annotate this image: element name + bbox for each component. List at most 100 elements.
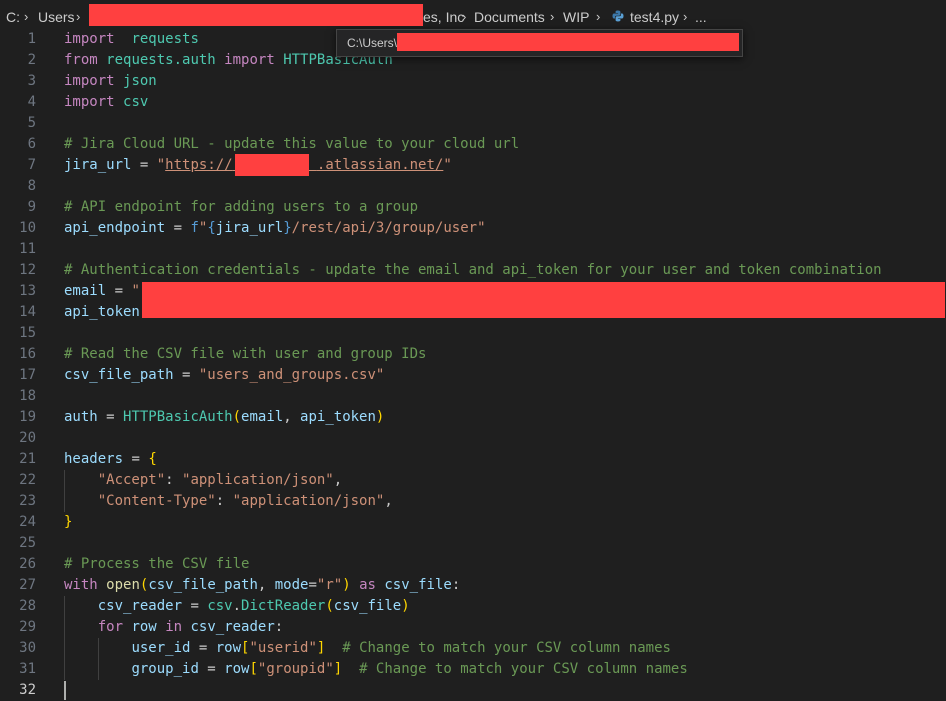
code-token — [157, 619, 165, 635]
code-token: HTTPBasicAuth — [123, 409, 233, 425]
code-token: row — [131, 619, 156, 635]
breadcrumb-company-folder[interactable]: es, Inc — [423, 9, 464, 25]
line-number: 3 — [0, 71, 36, 92]
redaction-box — [397, 33, 739, 51]
chevron-right-icon: › — [596, 9, 600, 24]
code-token: "users_and_groups.csv" — [199, 367, 384, 383]
code-line[interactable]: 28 csv_reader = csv.DictReader(csv_file) — [0, 596, 946, 617]
breadcrumb-users[interactable]: Users — [38, 9, 75, 25]
code-line[interactable]: 4import csv — [0, 92, 946, 113]
line-number: 20 — [0, 428, 36, 449]
line-number: 9 — [0, 197, 36, 218]
breadcrumb-wip[interactable]: WIP — [563, 9, 589, 25]
code-line[interactable]: 22 "Accept": "application/json", — [0, 470, 946, 491]
code-text: "Content-Type": "application/json", — [64, 491, 393, 512]
code-token: : — [216, 493, 233, 509]
line-number: 15 — [0, 323, 36, 344]
code-line[interactable]: 32 — [0, 680, 946, 701]
code-token: row — [224, 661, 249, 677]
code-line[interactable]: 7jira_url = "https:// .atlassian.net/" — [0, 155, 946, 176]
code-text: csv_reader = csv.DictReader(csv_file) — [64, 596, 410, 617]
code-line[interactable]: 21headers = { — [0, 449, 946, 470]
code-line[interactable]: 9 # API endpoint for adding users to a gr… — [0, 197, 946, 218]
redaction-box — [89, 4, 423, 26]
line-number: 29 — [0, 617, 36, 638]
code-token: for — [98, 619, 123, 635]
code-line[interactable]: 20 — [0, 428, 946, 449]
code-line[interactable]: 27with open(csv_file_path, mode="r") as … — [0, 575, 946, 596]
redaction-box — [235, 154, 309, 176]
code-line[interactable]: 26# Process the CSV file — [0, 554, 946, 575]
code-text: api_endpoint = f"{jira_url}/rest/api/3/g… — [64, 218, 486, 239]
code-token — [325, 640, 342, 656]
code-token — [98, 577, 106, 593]
code-token: } — [283, 220, 291, 236]
code-token: email — [241, 409, 283, 425]
code-line[interactable]: 11 — [0, 239, 946, 260]
code-token: csv_reader — [98, 598, 182, 614]
code-line[interactable]: 3 import json — [0, 71, 946, 92]
code-line[interactable]: 16# Read the CSV file with user and grou… — [0, 344, 946, 365]
code-line[interactable]: 19auth = HTTPBasicAuth(email, api_token) — [0, 407, 946, 428]
breadcrumb-file[interactable]: test4.py — [630, 9, 679, 25]
code-token: = — [174, 367, 199, 383]
code-line[interactable]: 8 — [0, 176, 946, 197]
code-token: } — [64, 514, 72, 530]
code-line[interactable]: 29 for row in csv_reader: — [0, 617, 946, 638]
code-token: { — [148, 451, 156, 467]
code-token: csv_file — [334, 598, 401, 614]
code-token: import — [64, 31, 115, 47]
code-line[interactable]: 6# Jira Cloud URL - update this value to… — [0, 134, 946, 155]
code-token: ) — [342, 577, 350, 593]
redaction-box — [142, 282, 945, 318]
code-token — [115, 31, 132, 47]
code-line[interactable]: 17csv_file_path = "users_and_groups.csv" — [0, 365, 946, 386]
code-line[interactable]: 15 — [0, 323, 946, 344]
code-token: .atlassian.net/ — [317, 157, 443, 173]
code-line[interactable]: 24} — [0, 512, 946, 533]
code-line[interactable]: 18 — [0, 386, 946, 407]
code-line[interactable]: 23 "Content-Type": "application/json", — [0, 491, 946, 512]
code-token: requests.auth — [106, 52, 216, 68]
code-token: " — [131, 283, 139, 299]
code-line[interactable]: 12# Authentication credentials - update … — [0, 260, 946, 281]
code-token: "Content-Type" — [98, 493, 216, 509]
code-line[interactable]: 30 user_id = row["userid"] # Change to m… — [0, 638, 946, 659]
tooltip-text: C:\Users\ — [347, 36, 397, 50]
breadcrumb-more[interactable]: ... — [695, 9, 707, 25]
chevron-right-icon: › — [683, 9, 687, 24]
code-token: "r" — [317, 577, 342, 593]
line-number: 23 — [0, 491, 36, 512]
code-token: import — [64, 73, 115, 89]
line-number: 31 — [0, 659, 36, 680]
code-text: import requests — [64, 29, 199, 50]
code-line[interactable]: 25 — [0, 533, 946, 554]
code-token: ) — [401, 598, 409, 614]
code-line[interactable]: 5 — [0, 113, 946, 134]
code-token: group_id — [131, 661, 198, 677]
breadcrumb-documents[interactable]: Documents — [474, 9, 545, 25]
code-token: , — [334, 472, 342, 488]
line-number: 26 — [0, 554, 36, 575]
code-token: ) — [376, 409, 384, 425]
chevron-right-icon: › — [550, 9, 554, 24]
code-text: import json — [64, 71, 157, 92]
code-text: auth = HTTPBasicAuth(email, api_token) — [64, 407, 384, 428]
code-token: # Authentication credentials - update th… — [64, 262, 882, 278]
chevron-right-icon: › — [24, 9, 28, 24]
code-token: # API endpoint for adding users to a gro… — [64, 199, 418, 215]
indent-guide — [64, 596, 65, 680]
code-editor[interactable]: 1import requests2from requests.auth impo… — [0, 30, 946, 694]
code-token — [98, 52, 106, 68]
code-token: jira_url — [216, 220, 283, 236]
code-line[interactable]: 10api_endpoint = f"{jira_url}/rest/api/3… — [0, 218, 946, 239]
code-text: # Jira Cloud URL - update this value to … — [64, 134, 519, 155]
code-token: jira_url — [64, 157, 131, 173]
code-token: "application/json" — [233, 493, 385, 509]
breadcrumb-drive[interactable]: C: — [6, 9, 20, 25]
chevron-right-icon: › — [76, 9, 80, 24]
code-token: = — [131, 157, 156, 173]
line-number: 30 — [0, 638, 36, 659]
code-token: = — [98, 409, 123, 425]
code-line[interactable]: 31 group_id = row["groupid"] # Change to… — [0, 659, 946, 680]
